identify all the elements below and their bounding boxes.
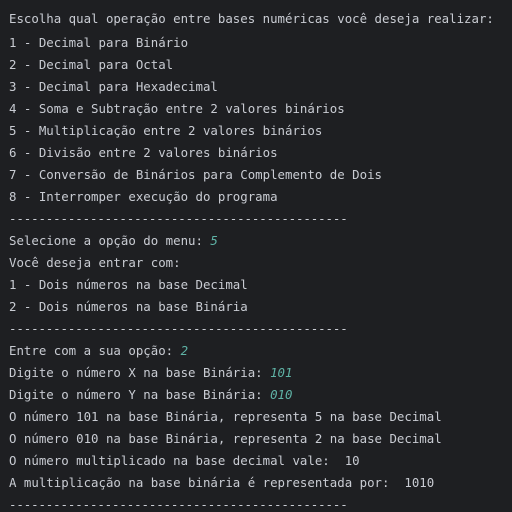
result-x-line: O número 101 na base Binária, representa…	[9, 409, 442, 424]
console-output[interactable]: Escolha qual operação entre bases numéri…	[0, 0, 512, 512]
menu-item-divide: 6 - Divisão entre 2 valores binários	[9, 145, 278, 160]
menu-item-decimal-binary: 1 - Decimal para Binário	[9, 35, 189, 50]
entry-question: Você deseja entrar com:	[9, 255, 181, 270]
option-input-value: 2	[180, 343, 189, 358]
x-prompt-label: Digite o número X na base Binária:	[9, 365, 271, 380]
x-input-value: 101	[270, 365, 293, 380]
option-prompt-label: Entre com a sua opção:	[9, 343, 181, 358]
option-prompt-line: Entre com a sua opção: 2	[9, 340, 188, 362]
y-prompt-line: Digite o número Y na base Binária: 010	[9, 384, 292, 406]
menu-item-twos-complement: 7 - Conversão de Binários para Complemen…	[9, 167, 382, 182]
menu-item-exit: 8 - Interromper execução do programa	[9, 189, 278, 204]
separator-line: ----------------------------------------…	[9, 321, 348, 336]
menu-item-multiply: 5 - Multiplicação entre 2 valores binári…	[9, 123, 323, 138]
menu-item-sum-subtract: 4 - Soma e Subtração entre 2 valores bin…	[9, 101, 345, 116]
result-y-line: O número 010 na base Binária, representa…	[9, 431, 442, 446]
menu-item-decimal-octal: 2 - Decimal para Octal	[9, 57, 174, 72]
menu-prompt-line: Selecione a opção do menu: 5	[9, 230, 218, 252]
y-prompt-label: Digite o número Y na base Binária:	[9, 387, 271, 402]
result-decimal-line: O número multiplicado na base decimal va…	[9, 453, 360, 468]
separator-line: ----------------------------------------…	[9, 211, 348, 226]
menu-prompt-label: Selecione a opção do menu:	[9, 233, 211, 248]
result-binary-line: A multiplicação na base binária é repres…	[9, 475, 435, 490]
x-prompt-line: Digite o número X na base Binária: 101	[9, 362, 292, 384]
menu-header: Escolha qual operação entre bases numéri…	[9, 11, 494, 26]
entry-option-binary: 2 - Dois números na base Binária	[9, 299, 248, 314]
separator-line: ----------------------------------------…	[9, 497, 348, 512]
menu-input-value: 5	[210, 233, 218, 248]
entry-option-decimal: 1 - Dois números na base Decimal	[9, 277, 248, 292]
menu-item-decimal-hex: 3 - Decimal para Hexadecimal	[9, 79, 218, 94]
y-input-value: 010	[270, 387, 293, 402]
